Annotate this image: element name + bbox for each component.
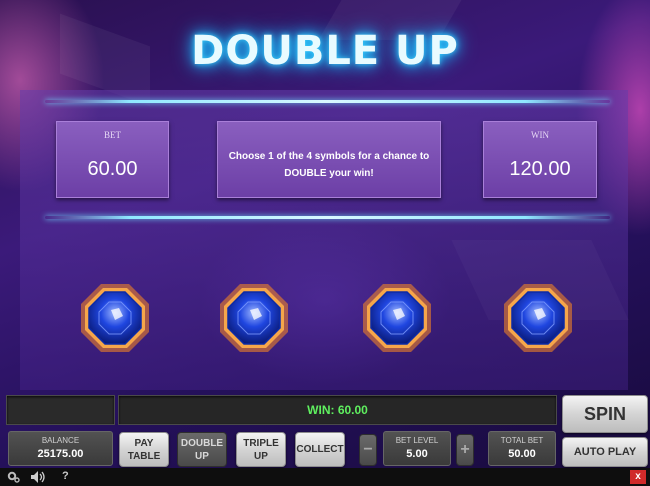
top-glow-divider [45, 100, 610, 103]
balance-value: 25175.00 [37, 448, 84, 460]
gear-icon[interactable] [6, 469, 20, 483]
pay-table-button[interactable]: PAY TABLE [119, 432, 169, 467]
pay-table-label: PAY TABLE [127, 438, 161, 462]
help-button[interactable]: ? [62, 470, 69, 482]
total-bet-box: TOTAL BET 50.00 [488, 431, 556, 466]
auto-play-button[interactable]: AUTO PLAY [562, 437, 648, 467]
speaker-icon[interactable] [30, 470, 48, 484]
gem-symbol-2[interactable] [216, 280, 292, 356]
blue-gem-icon [363, 284, 431, 352]
bet-level-box: BET LEVEL 5.00 [383, 431, 451, 466]
blue-gem-icon [81, 284, 149, 352]
gem-symbol-3[interactable] [359, 280, 435, 356]
win-display: WIN: 60.00 [118, 395, 557, 425]
win-box: WIN 120.00 [483, 121, 597, 198]
instruction-text: Choose 1 of the 4 symbols for a chance t… [228, 151, 430, 179]
bet-value: 60.00 [87, 158, 138, 180]
gem-symbol-1[interactable] [77, 280, 153, 356]
spin-button[interactable]: SPIN [562, 395, 648, 433]
instruction-box: Choose 1 of the 4 symbols for a chance t… [217, 121, 441, 198]
message-slot [6, 395, 115, 425]
blue-gem-icon [504, 284, 572, 352]
triple-up-button[interactable]: TRIPLE UP [236, 432, 286, 467]
close-button[interactable]: x [630, 470, 646, 484]
footer-bar: ? x [0, 468, 650, 486]
bet-level-value: 5.00 [406, 448, 428, 460]
collect-button[interactable]: COLLECT [295, 432, 345, 467]
bottom-glow-divider [45, 216, 610, 219]
bet-level-decrease-button[interactable]: − [359, 434, 377, 466]
bet-box: BET 60.00 [56, 121, 169, 198]
win-display-text: WIN: 60.00 [307, 403, 368, 417]
double-up-label: DOUBLE UP [180, 438, 224, 462]
game-stage: DOUBLE UP BET 60.00 Choose 1 of the 4 sy… [0, 0, 650, 486]
blue-gem-icon [220, 284, 288, 352]
gem-symbol-4[interactable] [500, 280, 576, 356]
win-label: WIN [531, 130, 549, 140]
bet-level-increase-button[interactable]: + [456, 434, 474, 466]
win-value: 120.00 [509, 158, 571, 180]
double-up-title: DOUBLE UP [191, 28, 459, 74]
total-bet-value: 50.00 [508, 448, 536, 460]
double-up-button[interactable]: DOUBLE UP [177, 432, 227, 467]
bet-level-label: BET LEVEL [395, 436, 439, 445]
bet-label: BET [104, 130, 121, 140]
balance-box: BALANCE 25175.00 [8, 431, 113, 466]
triple-up-label: TRIPLE UP [243, 438, 279, 462]
total-bet-label: TOTAL BET [500, 436, 544, 445]
balance-label: BALANCE [41, 436, 80, 445]
